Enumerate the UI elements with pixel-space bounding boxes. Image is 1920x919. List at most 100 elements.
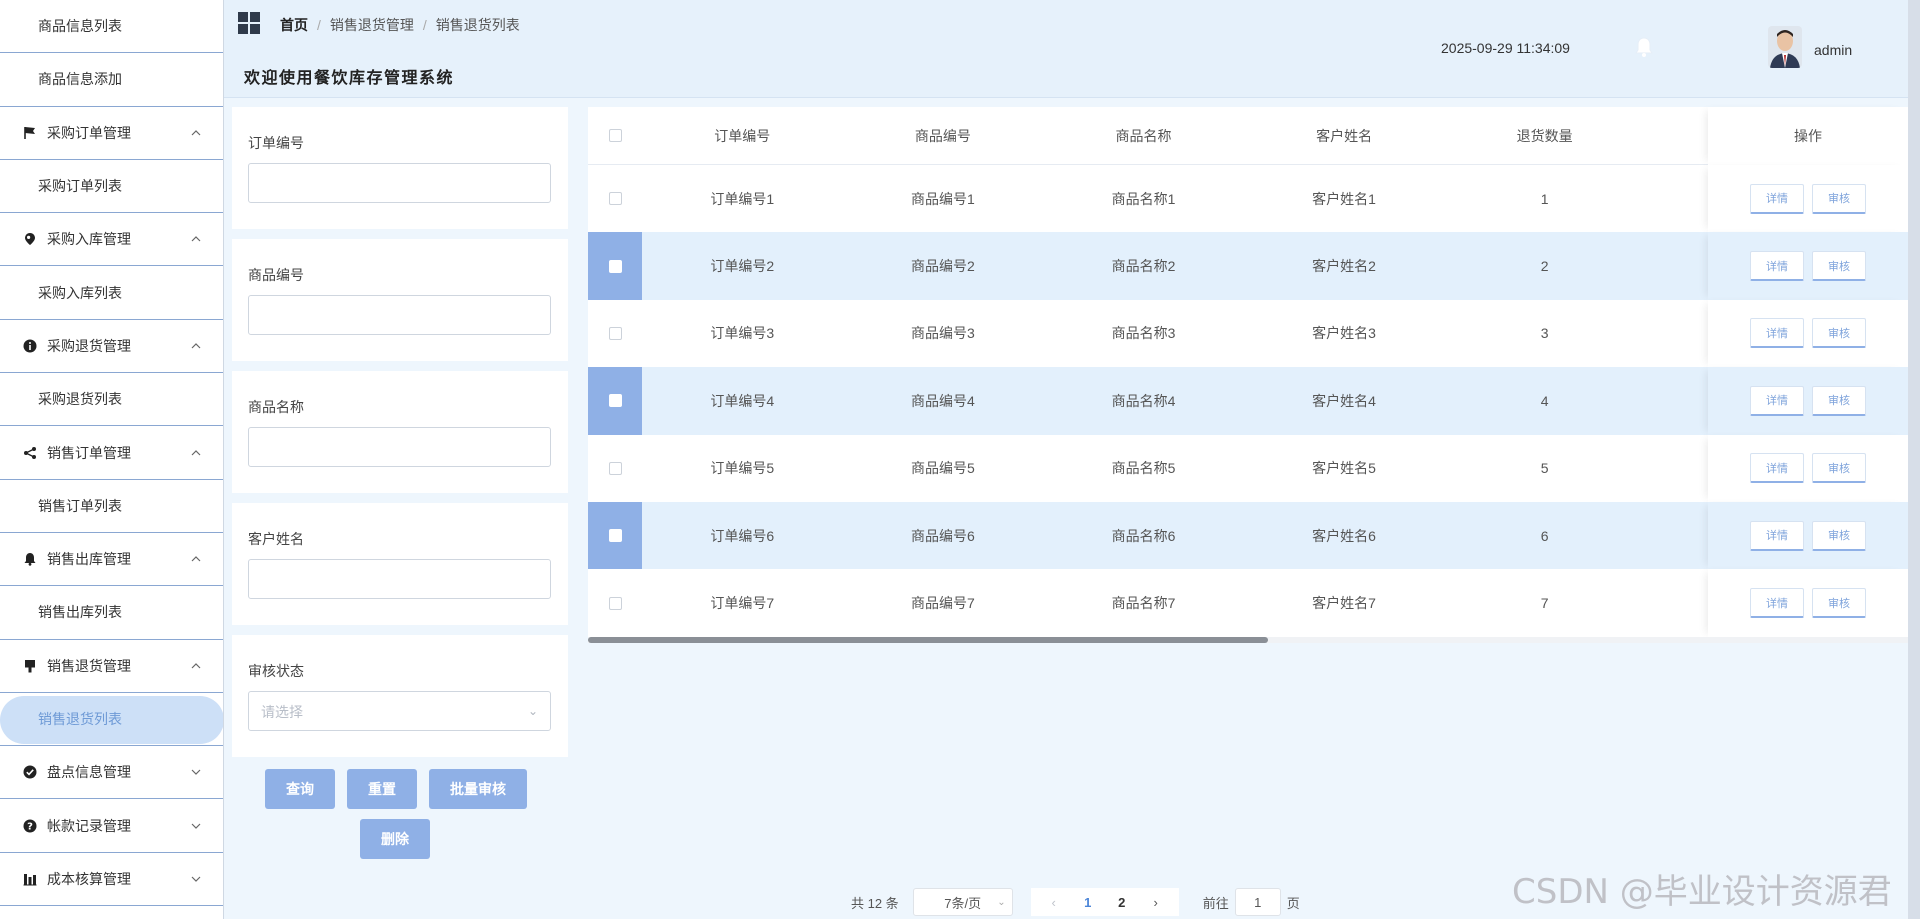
row-actions: 详情 审核 — [1708, 232, 1908, 300]
detail-button[interactable]: 详情 — [1750, 251, 1804, 282]
reset-button[interactable]: 重置 — [347, 769, 417, 809]
table-row[interactable]: 订单编号2 商品编号2 商品名称2 客户姓名2 2 详情 审核 — [588, 232, 1908, 300]
page-1[interactable]: 1 — [1071, 895, 1105, 910]
sidebar-item-label: 销售订单管理 — [47, 444, 131, 461]
row-select-cell — [588, 232, 642, 300]
chevron-up-icon[interactable] — [191, 553, 201, 565]
chevron-down-icon[interactable] — [191, 820, 201, 832]
audit-button[interactable]: 审核 — [1812, 588, 1866, 619]
chevron-down-icon[interactable] — [191, 766, 201, 778]
audit-button[interactable]: 审核 — [1812, 318, 1866, 349]
customer-name-input[interactable] — [248, 559, 551, 599]
detail-button[interactable]: 详情 — [1750, 385, 1804, 416]
row-checkbox[interactable] — [608, 259, 622, 273]
select-all-checkbox[interactable] — [608, 129, 622, 142]
cell-order-number: 订单编号3 — [710, 325, 775, 342]
scrollbar-thumb[interactable] — [588, 637, 1268, 643]
product-name-input[interactable] — [248, 427, 551, 467]
notification-bell-icon[interactable] — [1634, 36, 1654, 58]
cell-return-qty: 3 — [1540, 325, 1549, 342]
cell-product-number: 商品编号2 — [910, 258, 975, 275]
row-checkbox[interactable] — [608, 192, 622, 206]
cell-product-number: 商品编号7 — [910, 595, 975, 612]
detail-button[interactable]: 详情 — [1750, 453, 1804, 484]
sidebar-group[interactable]: ? 帐款记录管理 — [0, 799, 223, 853]
sidebar-item-label: 成本核算管理 — [47, 870, 131, 887]
sidebar-group[interactable]: 销售出库管理 — [0, 533, 223, 587]
header-product-number[interactable]: 商品编号 — [843, 126, 1044, 146]
audit-button[interactable]: 审核 — [1812, 453, 1866, 484]
sidebar-item[interactable]: 采购退货列表 — [0, 373, 223, 427]
sidebar-item[interactable]: 商品信息添加 — [0, 53, 223, 107]
search-button-row: 查询 重置 批量审核 — [265, 769, 527, 809]
sidebar-item[interactable]: 采购订单列表 — [0, 160, 223, 214]
table-row[interactable]: 订单编号5 商品编号5 商品名称5 客户姓名5 5 详情 审核 — [588, 434, 1908, 502]
sidebar-group[interactable]: 销售订单管理 — [0, 426, 223, 480]
sidebar-group[interactable]: 盘点信息管理 — [0, 746, 223, 800]
sidebar-item[interactable]: 销售订单列表 — [0, 480, 223, 533]
row-checkbox[interactable] — [608, 394, 622, 408]
sidebar-item[interactable]: 采购入库列表 — [0, 266, 223, 320]
sidebar-item[interactable]: 销售出库列表 — [0, 586, 223, 640]
sidebar-group[interactable]: 成本核算管理 — [0, 853, 223, 907]
audit-button[interactable]: 审核 — [1812, 251, 1866, 282]
table-row[interactable]: 订单编号3 商品编号3 商品名称3 客户姓名3 3 详情 审核 — [588, 299, 1908, 368]
audit-button[interactable]: 审核 — [1812, 183, 1866, 214]
audit-button[interactable]: 审核 — [1812, 520, 1866, 551]
sidebar-group[interactable]: 采购退货管理 — [0, 320, 223, 374]
header-product-name[interactable]: 商品名称 — [1043, 126, 1244, 146]
detail-button[interactable]: 详情 — [1750, 318, 1804, 349]
product-number-input[interactable] — [248, 295, 551, 335]
breadcrumb-home[interactable]: 首页 — [280, 15, 308, 35]
user-avatar[interactable] — [1768, 26, 1802, 68]
delete-button[interactable]: 删除 — [360, 819, 430, 859]
header-return-qty[interactable]: 退货数量 — [1444, 126, 1645, 146]
table-row[interactable]: 订单编号1 商品编号1 商品名称1 客户姓名1 1 详情 审核 — [588, 165, 1908, 233]
row-checkbox[interactable] — [608, 596, 622, 610]
row-checkbox[interactable] — [608, 461, 622, 475]
sidebar-item[interactable]: 销售退货列表 — [0, 692, 223, 747]
sidebar-item-label: 销售退货列表 — [38, 711, 122, 727]
detail-button[interactable]: 详情 — [1750, 183, 1804, 214]
header-customer-name[interactable]: 客户姓名 — [1244, 126, 1445, 146]
chevron-up-icon[interactable] — [191, 127, 201, 139]
horizontal-scrollbar[interactable] — [588, 637, 1908, 643]
chevron-up-icon[interactable] — [191, 447, 201, 459]
row-actions: 详情 审核 — [1708, 501, 1908, 570]
table-row[interactable]: 订单编号4 商品编号4 商品名称4 客户姓名4 4 详情 审核 — [588, 367, 1908, 435]
chevron-up-icon[interactable] — [191, 660, 201, 672]
audit-button[interactable]: 审核 — [1812, 385, 1866, 416]
username[interactable]: admin — [1814, 42, 1852, 58]
page-2[interactable]: 2 — [1105, 895, 1139, 910]
header-order-number[interactable]: 订单编号 — [642, 126, 843, 146]
audit-status-placeholder: 请选择 — [261, 704, 303, 720]
sidebar-group[interactable]: 采购订单管理 — [0, 107, 223, 160]
breadcrumb-section[interactable]: 销售退货管理 — [330, 15, 414, 35]
chevron-up-icon[interactable] — [191, 340, 201, 352]
page-size-select[interactable]: 7条/页 ⌄ — [912, 888, 1013, 916]
detail-button[interactable]: 详情 — [1750, 520, 1804, 551]
goto-page-input[interactable]: 1 — [1234, 888, 1281, 916]
table-row[interactable]: 订单编号7 商品编号7 商品名称7 客户姓名7 7 详情 审核 — [588, 569, 1908, 637]
order-number-input[interactable] — [248, 163, 551, 203]
cell-return-qty: 1 — [1540, 190, 1549, 207]
chevron-down-icon[interactable] — [191, 873, 201, 885]
table-row[interactable]: 订单编号6 商品编号6 商品名称6 客户姓名6 6 详情 审核 — [588, 501, 1908, 570]
row-select-cell — [588, 569, 642, 636]
chevron-up-icon[interactable] — [191, 233, 201, 245]
menu-grid-icon[interactable] — [238, 12, 260, 34]
row-actions: 详情 审核 — [1708, 165, 1908, 233]
audit-status-select[interactable]: 请选择 ⌄ — [248, 691, 551, 731]
sidebar-item[interactable]: 商品信息列表 — [0, 0, 223, 54]
row-checkbox[interactable] — [608, 326, 622, 340]
next-page-icon[interactable]: › — [1139, 895, 1173, 910]
row-checkbox[interactable] — [608, 529, 622, 543]
batch-audit-button[interactable]: 批量审核 — [429, 769, 527, 809]
question-icon: ? — [22, 818, 38, 834]
sidebar-group[interactable]: 采购入库管理 — [0, 213, 223, 267]
detail-button[interactable]: 详情 — [1750, 588, 1804, 619]
query-button[interactable]: 查询 — [265, 769, 335, 809]
prev-page-icon[interactable]: ‹ — [1037, 895, 1071, 910]
sidebar-group[interactable]: 销售退货管理 — [0, 640, 223, 693]
row-actions: 详情 审核 — [1708, 434, 1908, 502]
